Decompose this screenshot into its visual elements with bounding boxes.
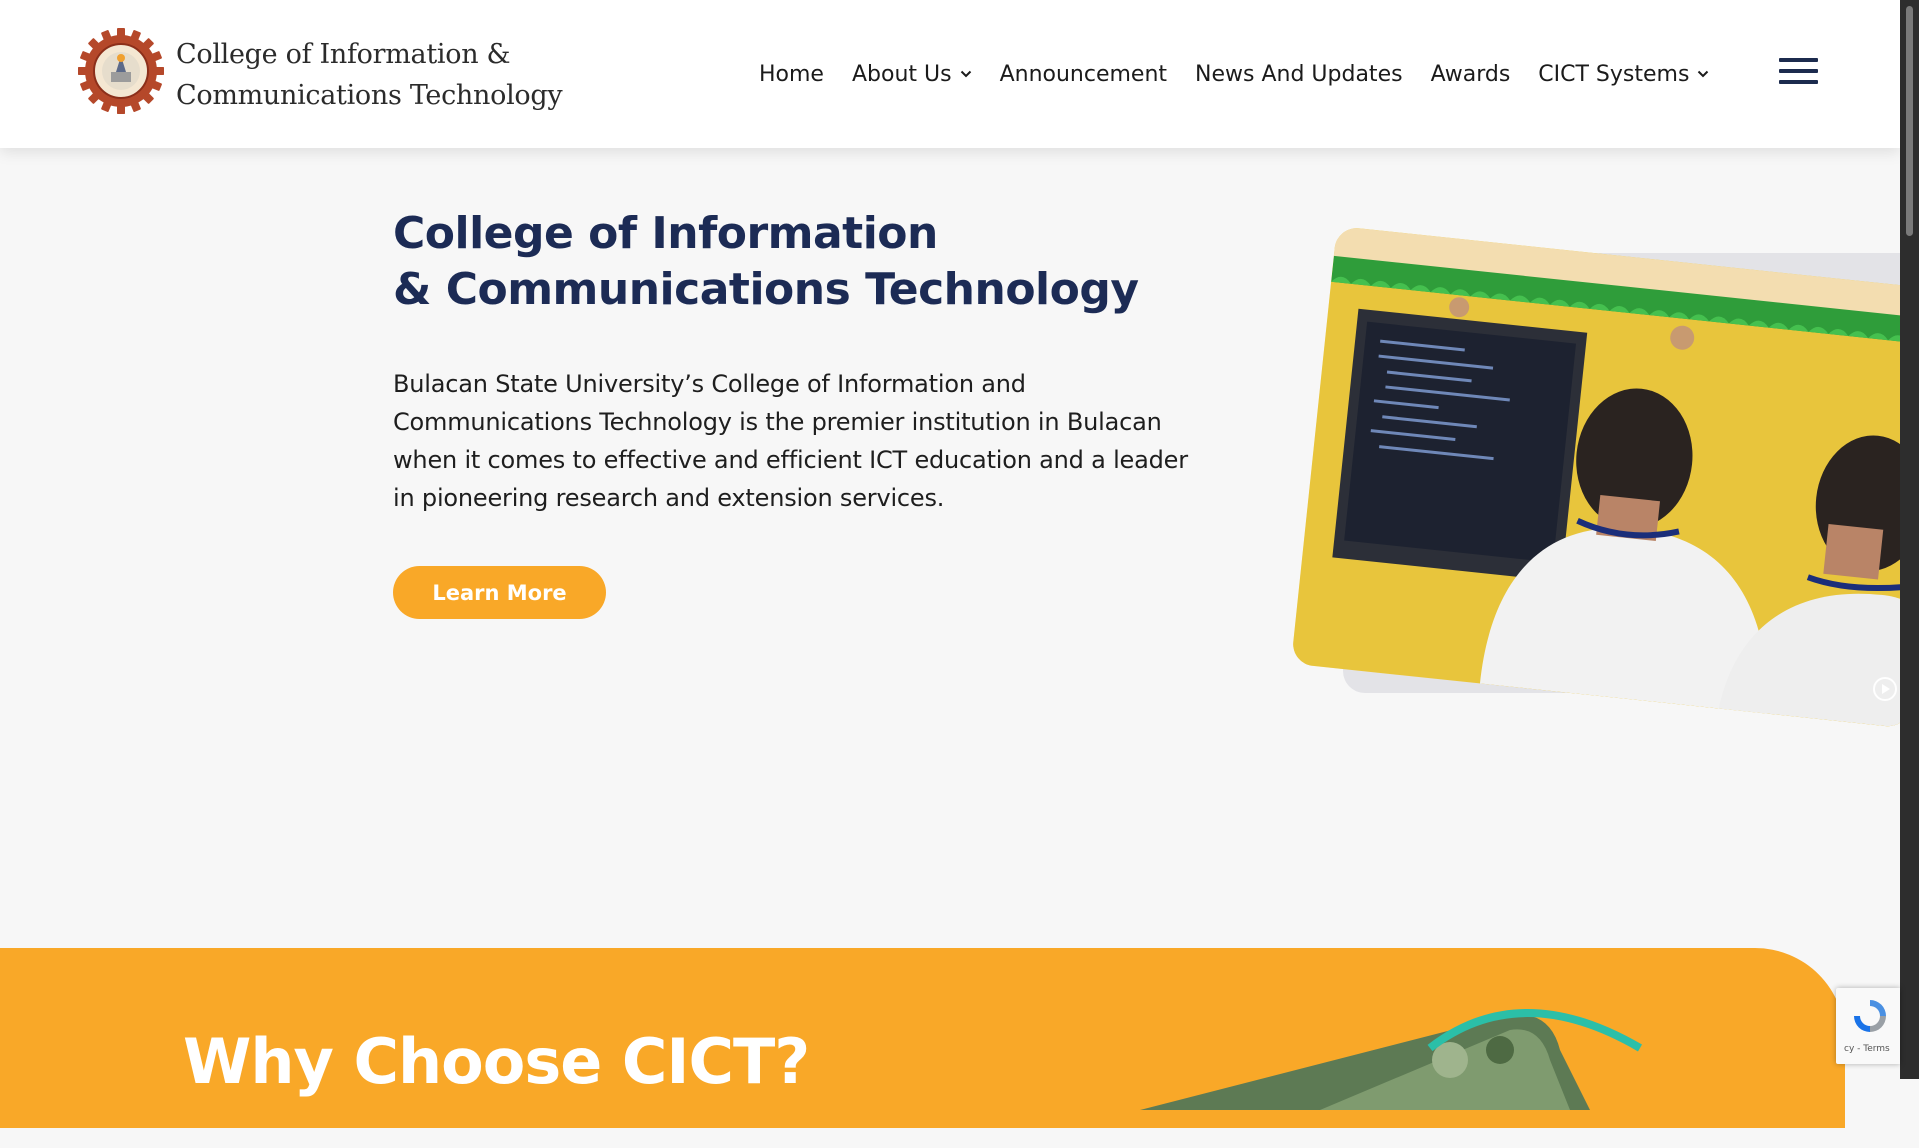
nav-item-news-and-updates[interactable]: News And Updates	[1195, 62, 1403, 87]
main-nav: Home About Us Announcement News And Upda…	[759, 54, 1709, 94]
hamburger-bar	[1779, 69, 1818, 73]
nav-item-awards[interactable]: Awards	[1431, 62, 1511, 87]
nav-label: Announcement	[999, 61, 1168, 87]
hero-title: College of Information & Communications …	[393, 206, 1139, 318]
nav-label: Home	[759, 61, 824, 87]
chevron-down-icon	[960, 70, 971, 78]
scrollbar-thumb[interactable]	[1906, 6, 1913, 236]
chevron-down-icon	[1698, 70, 1709, 78]
recaptcha-badge[interactable]: cy - Terms	[1836, 988, 1900, 1064]
hero-photo	[1291, 226, 1919, 729]
recaptcha-icon	[1854, 1000, 1886, 1032]
nav-label: CICT Systems	[1538, 61, 1690, 87]
hamburger-bar	[1779, 80, 1818, 84]
nav-label: About Us	[851, 61, 952, 87]
site-header: College of Information & Communications …	[0, 0, 1900, 148]
nav-item-announcement[interactable]: Announcement	[1000, 62, 1167, 87]
hamburger-menu-icon[interactable]	[1779, 58, 1818, 88]
nav-item-cict-systems[interactable]: CICT Systems	[1538, 62, 1709, 87]
play-pause-icon[interactable]	[1872, 676, 1898, 702]
nav-item-about-us[interactable]: About Us	[852, 62, 972, 87]
decorative-ring	[1427, 1009, 1643, 1052]
hero-description: Bulacan State University’s College of In…	[393, 370, 1188, 512]
section-heading: Why Choose CICT?	[183, 1025, 810, 1098]
hero-title-line-2: & Communications Technology	[393, 264, 1139, 315]
learn-more-button[interactable]: Learn More	[393, 566, 606, 619]
nav-label: News And Updates	[1195, 61, 1403, 87]
cict-seal-icon	[78, 28, 164, 114]
page-scrollbar[interactable]	[1900, 0, 1919, 1079]
logo-line-2: Communications Technology	[176, 80, 563, 111]
hero-title-line-1: College of Information	[393, 208, 938, 259]
hamburger-bar	[1779, 58, 1818, 62]
nav-item-home[interactable]: Home	[759, 62, 824, 87]
recaptcha-links[interactable]: cy - Terms	[1844, 1044, 1890, 1054]
logo-line-1: College of Information &	[176, 39, 511, 70]
nav-label: Awards	[1430, 61, 1511, 87]
students-at-computers-image	[1291, 226, 1919, 729]
logo-text[interactable]: College of Information & Communications …	[176, 34, 563, 116]
